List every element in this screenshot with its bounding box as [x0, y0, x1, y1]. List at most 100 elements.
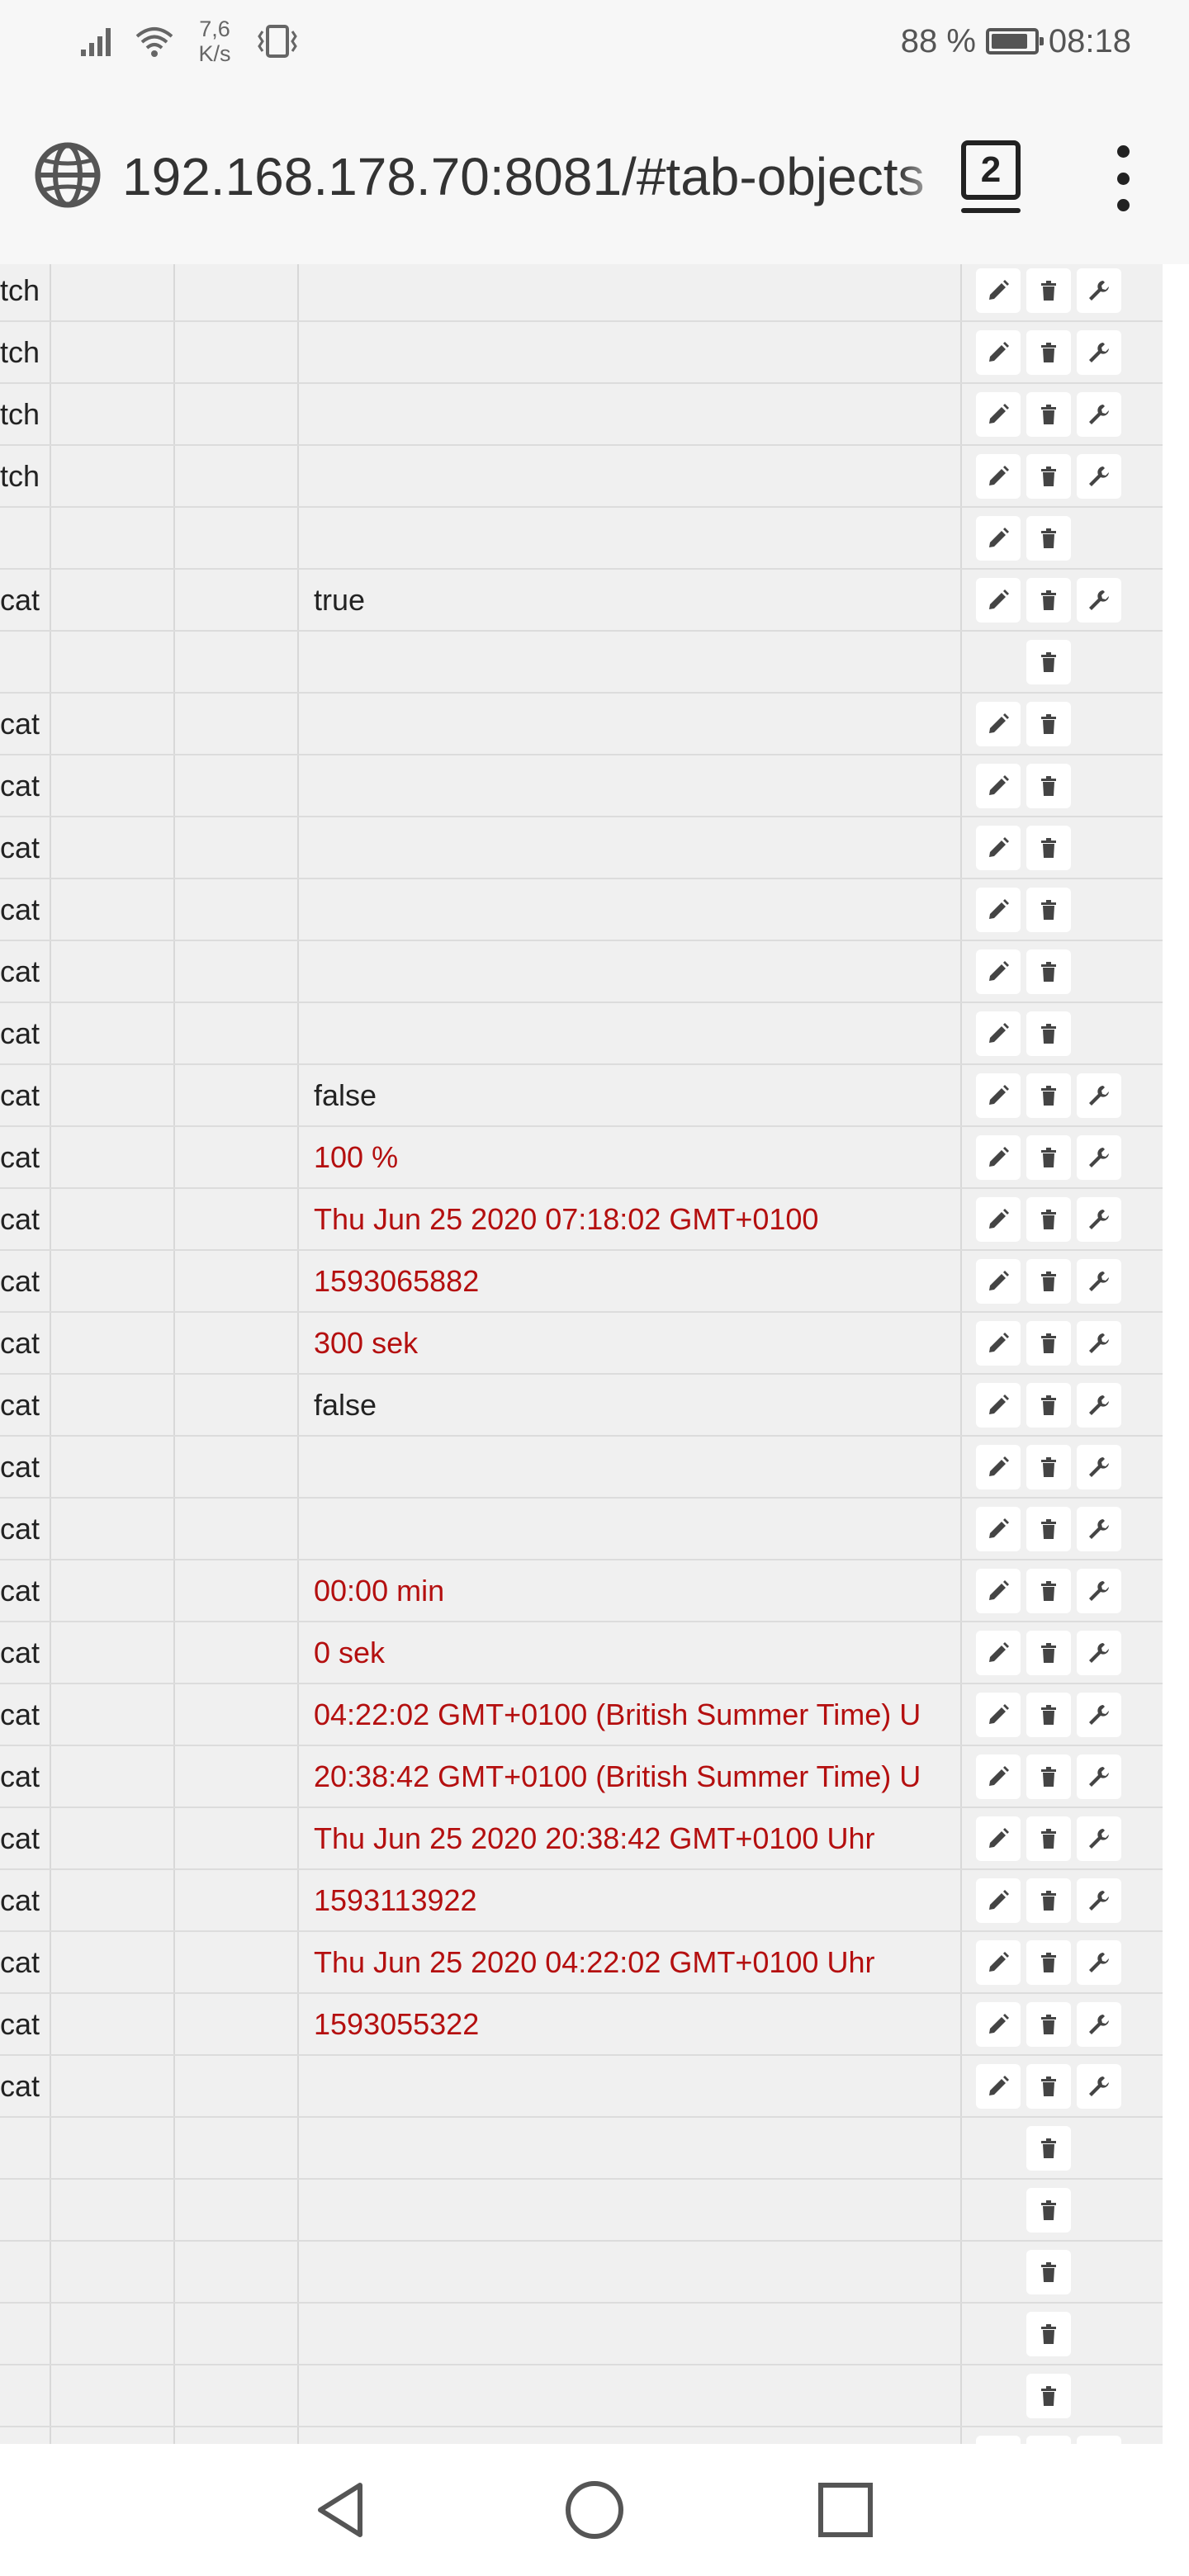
url-field[interactable]: 192.168.178.70:8081/#tab-objects [122, 144, 948, 210]
delete-button[interactable] [1026, 702, 1071, 746]
delete-button[interactable] [1026, 1631, 1071, 1675]
edit-button[interactable] [976, 1631, 1021, 1675]
table-row[interactable]: cat true [0, 570, 1163, 632]
table-row[interactable]: cat Thu Jun 25 2020 04:22:02 GMT+0100 Uhr [0, 1932, 1163, 1994]
delete-button[interactable] [1026, 640, 1071, 684]
edit-button[interactable] [976, 1445, 1021, 1489]
table-row[interactable]: cat 300 sek [0, 1313, 1163, 1375]
recent-apps-icon[interactable] [811, 2475, 880, 2545]
delete-button[interactable] [1026, 2250, 1071, 2294]
delete-button[interactable] [1026, 454, 1071, 499]
delete-button[interactable] [1026, 2312, 1071, 2356]
table-row[interactable] [0, 2427, 1163, 2444]
table-row[interactable] [0, 2242, 1163, 2304]
delete-button[interactable] [1026, 1754, 1071, 1799]
table-row[interactable]: cat 1593055322 [0, 1994, 1163, 2056]
back-icon[interactable] [309, 2475, 378, 2545]
edit-button[interactable] [976, 1507, 1021, 1551]
delete-button[interactable] [1026, 268, 1071, 313]
table-row[interactable]: cat 00:00 min [0, 1560, 1163, 1622]
edit-button[interactable] [976, 2002, 1021, 2047]
edit-button[interactable] [976, 2436, 1021, 2444]
table-row[interactable]: tch [0, 384, 1163, 446]
edit-button[interactable] [976, 888, 1021, 932]
edit-button[interactable] [976, 2064, 1021, 2109]
table-row[interactable]: cat 20:38:42 GMT+0100 (British Summer Tim… [0, 1746, 1163, 1808]
delete-button[interactable] [1026, 826, 1071, 870]
edit-button[interactable] [976, 392, 1021, 437]
edit-button[interactable] [976, 1135, 1021, 1180]
table-row[interactable]: cat Thu Jun 25 2020 20:38:42 GMT+0100 Uhr [0, 1808, 1163, 1870]
table-row[interactable]: cat [0, 694, 1163, 755]
table-row[interactable]: cat [0, 817, 1163, 879]
edit-button[interactable] [976, 1259, 1021, 1304]
settings-button[interactable] [1077, 578, 1121, 623]
table-row[interactable] [0, 2180, 1163, 2242]
settings-button[interactable] [1077, 268, 1121, 313]
table-row[interactable] [0, 2365, 1163, 2427]
delete-button[interactable] [1026, 516, 1071, 561]
delete-button[interactable] [1026, 1321, 1071, 1366]
table-row[interactable]: cat 0 sek [0, 1622, 1163, 1684]
tab-switcher-button[interactable]: 2 [961, 140, 1021, 213]
settings-button[interactable] [1077, 1383, 1121, 1428]
delete-button[interactable] [1026, 1507, 1071, 1551]
settings-button[interactable] [1077, 1569, 1121, 1613]
edit-button[interactable] [976, 454, 1021, 499]
edit-button[interactable] [976, 764, 1021, 808]
browser-menu-button[interactable] [1106, 145, 1139, 211]
home-icon[interactable] [560, 2475, 629, 2545]
edit-button[interactable] [976, 330, 1021, 375]
edit-button[interactable] [976, 1383, 1021, 1428]
table-row[interactable]: cat [0, 1499, 1163, 1560]
settings-button[interactable] [1077, 1321, 1121, 1366]
delete-button[interactable] [1026, 1135, 1071, 1180]
table-row[interactable]: cat 1593065882 [0, 1251, 1163, 1313]
delete-button[interactable] [1026, 1693, 1071, 1737]
edit-button[interactable] [976, 1754, 1021, 1799]
edit-button[interactable] [976, 1816, 1021, 1861]
settings-button[interactable] [1077, 392, 1121, 437]
settings-button[interactable] [1077, 454, 1121, 499]
table-row[interactable] [0, 632, 1163, 694]
edit-button[interactable] [976, 1011, 1021, 1056]
delete-button[interactable] [1026, 1197, 1071, 1242]
settings-button[interactable] [1077, 2436, 1121, 2444]
table-row[interactable] [0, 508, 1163, 570]
delete-button[interactable] [1026, 2374, 1071, 2418]
delete-button[interactable] [1026, 888, 1071, 932]
table-row[interactable]: cat [0, 2056, 1163, 2118]
table-row[interactable]: cat [0, 1003, 1163, 1065]
settings-button[interactable] [1077, 1135, 1121, 1180]
delete-button[interactable] [1026, 2064, 1071, 2109]
settings-button[interactable] [1077, 1259, 1121, 1304]
settings-button[interactable] [1077, 2002, 1121, 2047]
delete-button[interactable] [1026, 1569, 1071, 1613]
table-row[interactable]: cat [0, 941, 1163, 1003]
settings-button[interactable] [1077, 1878, 1121, 1923]
delete-button[interactable] [1026, 1878, 1071, 1923]
table-row[interactable]: tch [0, 446, 1163, 508]
delete-button[interactable] [1026, 330, 1071, 375]
edit-button[interactable] [976, 1197, 1021, 1242]
delete-button[interactable] [1026, 949, 1071, 994]
settings-button[interactable] [1077, 1197, 1121, 1242]
table-row[interactable]: tch [0, 322, 1163, 384]
edit-button[interactable] [976, 1073, 1021, 1118]
delete-button[interactable] [1026, 1940, 1071, 1985]
settings-button[interactable] [1077, 1940, 1121, 1985]
table-row[interactable]: cat false [0, 1375, 1163, 1437]
edit-button[interactable] [976, 826, 1021, 870]
settings-button[interactable] [1077, 330, 1121, 375]
edit-button[interactable] [976, 1321, 1021, 1366]
edit-button[interactable] [976, 516, 1021, 561]
delete-button[interactable] [1026, 1259, 1071, 1304]
table-row[interactable] [0, 2304, 1163, 2365]
edit-button[interactable] [976, 268, 1021, 313]
table-row[interactable]: cat [0, 1437, 1163, 1499]
table-row[interactable]: cat [0, 879, 1163, 941]
delete-button[interactable] [1026, 1816, 1071, 1861]
delete-button[interactable] [1026, 1073, 1071, 1118]
table-row[interactable]: cat [0, 755, 1163, 817]
table-row[interactable]: cat 04:22:02 GMT+0100 (British Summer Tim… [0, 1684, 1163, 1746]
